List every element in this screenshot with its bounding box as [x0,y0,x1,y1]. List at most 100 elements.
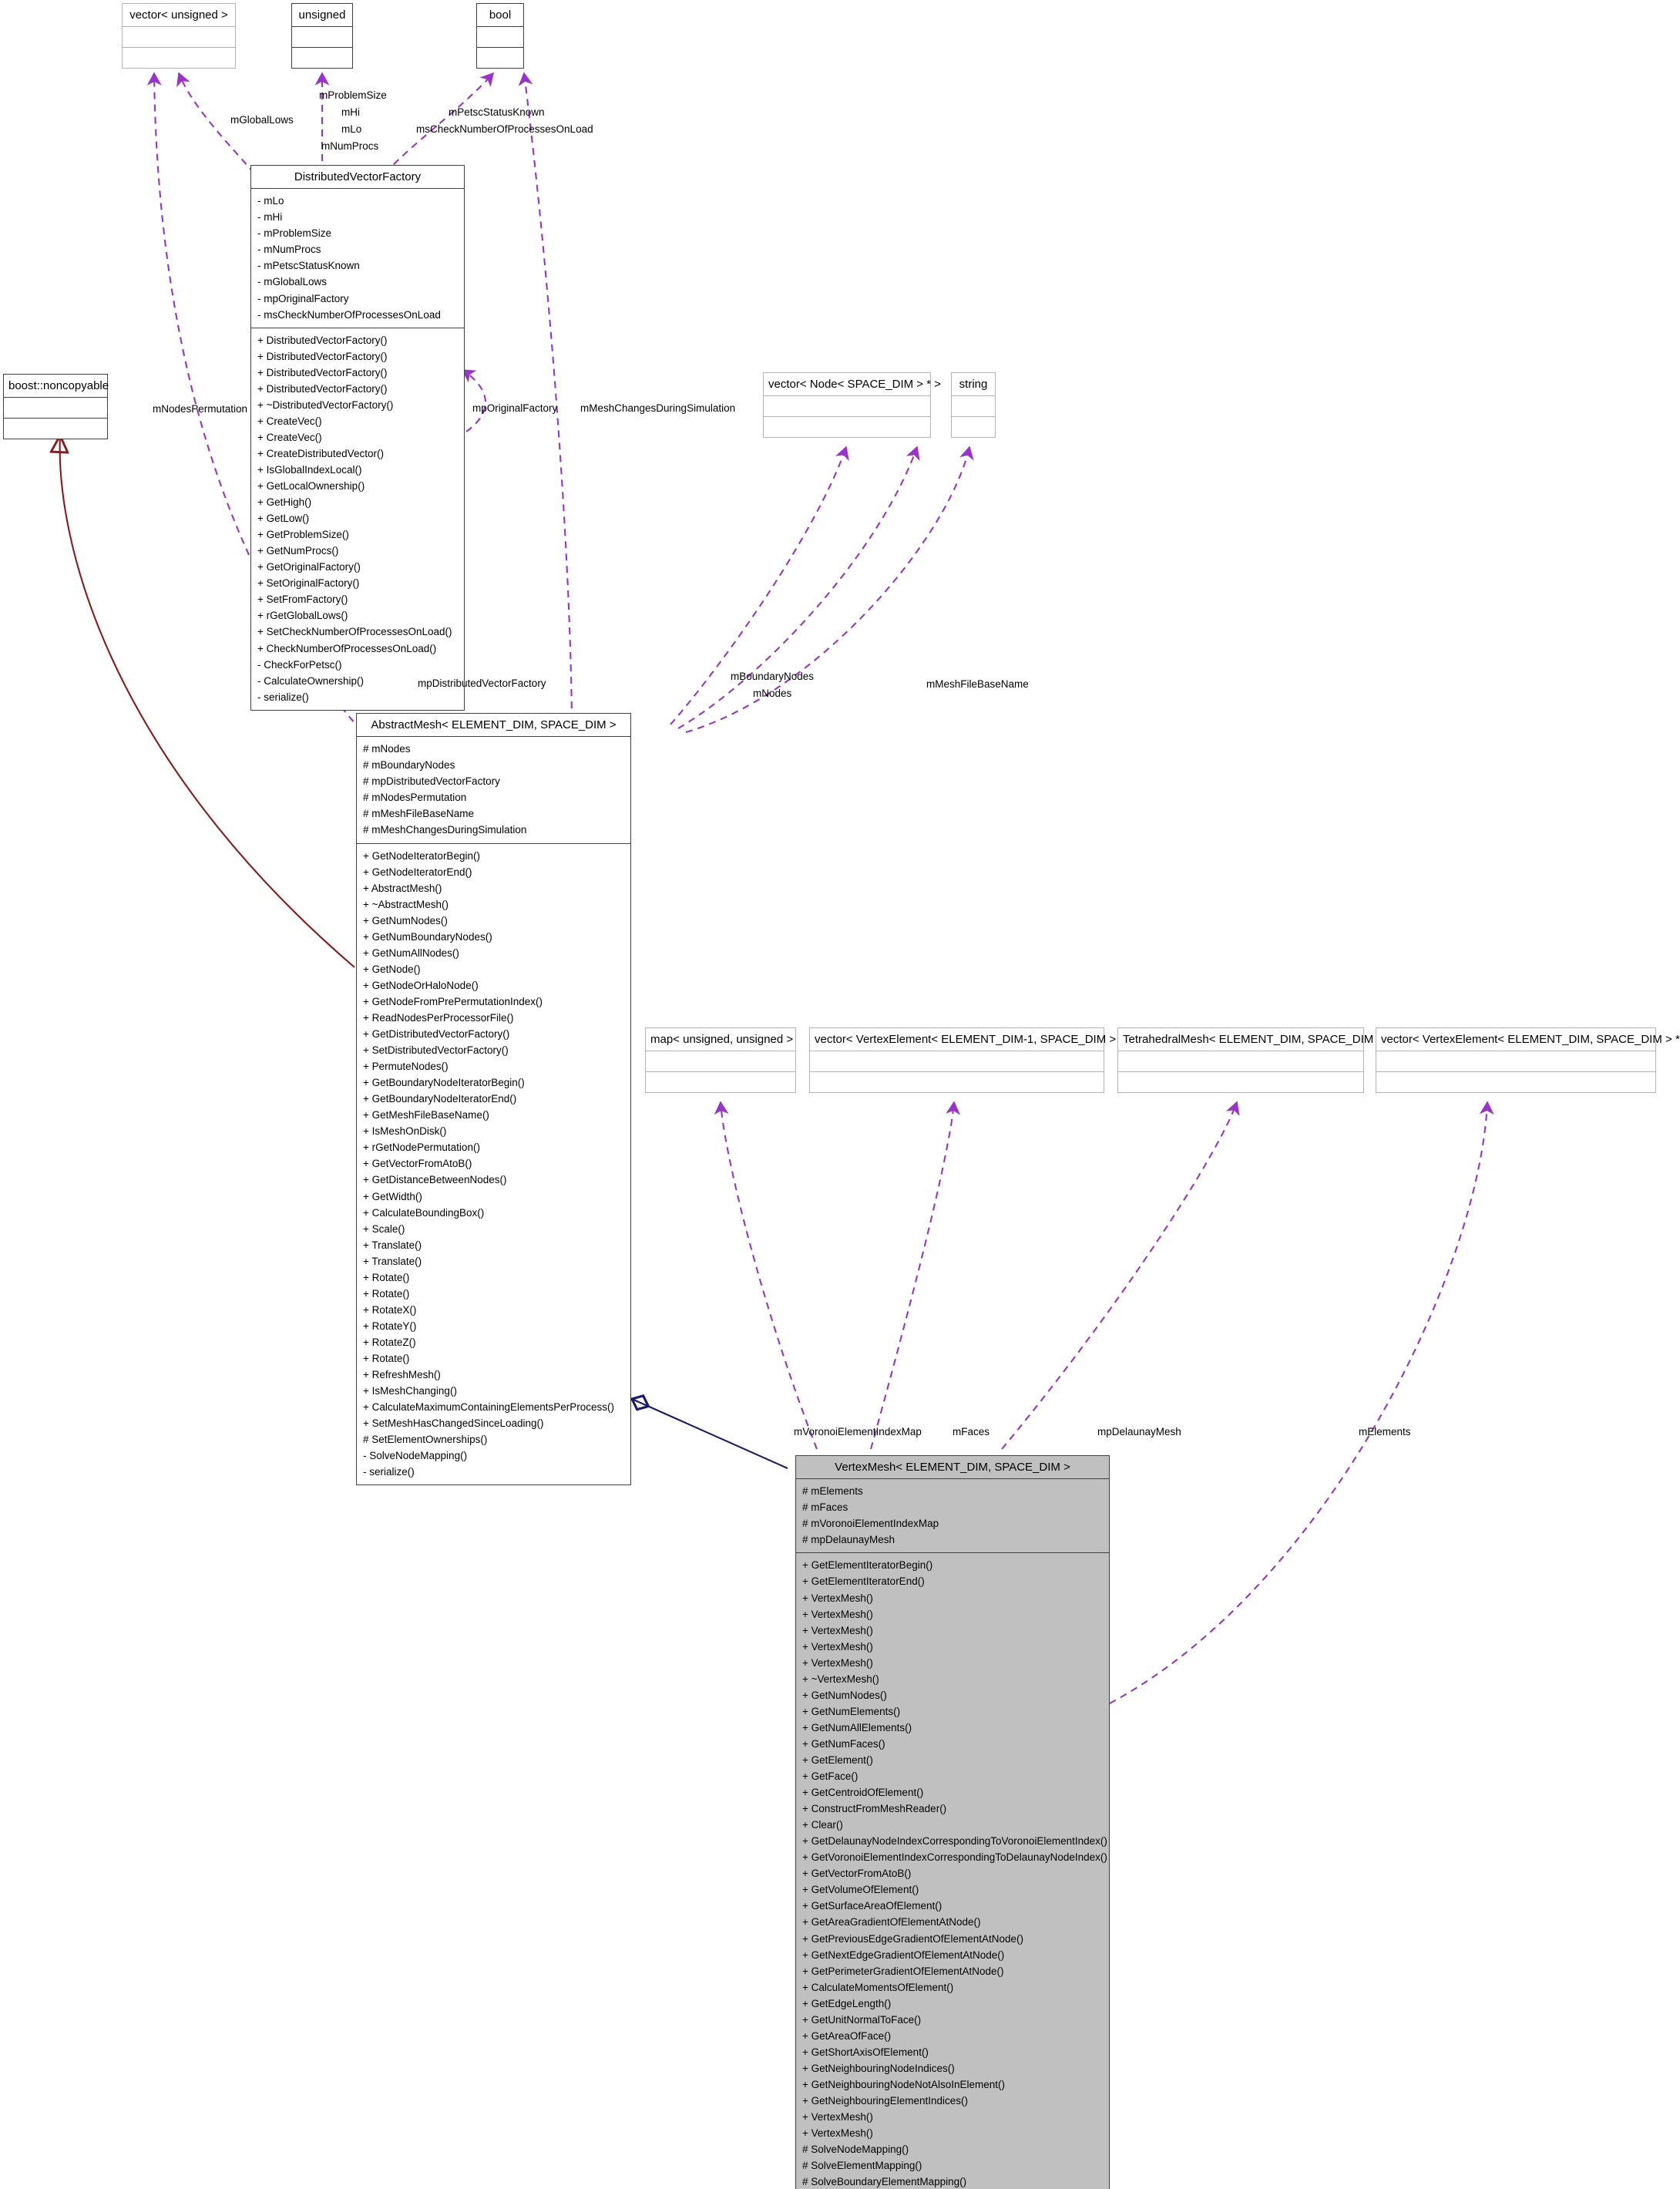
class-box-vector-vertexelement-dim-minus-1[interactable]: vector< VertexElement< ELEMENT_DIM-1, SP… [809,1027,1134,1094]
class-member: + GetBoundaryNodeIteratorBegin() [363,1077,525,1089]
class-title: map< unsigned, unsigned > [646,1028,795,1052]
edge-label-mvoronoielementindexmap: mVoronoiElementIndexMap [794,1426,922,1437]
class-member: + GetShortAxisOfElement() [802,2046,929,2058]
class-member: # mMeshFileBaseName [363,808,475,820]
class-title: boost::noncopyable [4,375,109,398]
class-member: + GetDistributedVectorFactory() [363,1028,510,1041]
class-member: + Translate() [363,1239,422,1251]
class-member: + Rotate() [363,1352,410,1364]
class-member: # mElements [802,1485,863,1498]
class-member: + Rotate() [363,1271,410,1283]
class-member: + RotateZ() [363,1336,416,1348]
class-member: + DistributedVectorFactory() [257,334,388,346]
class-member: + GetNodeIteratorEnd() [363,866,472,878]
class-box-vector-node-space-dim[interactable]: vector< Node< SPACE_DIM > * > [763,372,941,439]
class-member: + SetDistributedVectorFactory() [363,1044,509,1057]
class-title: vector< VertexElement< ELEMENT_DIM, SPAC… [1376,1028,1680,1052]
edge-label-mporiginalfactory: mpOriginalFactory [472,402,558,414]
class-box-unsigned[interactable]: unsigned [291,3,353,69]
class-title: unsigned [292,4,352,28]
class-member: + GetMeshFileBaseName() [363,1109,489,1121]
class-member: + GetUnitNormalToFace() [802,2013,922,2026]
class-box-map-unsigned-unsigned[interactable]: map< unsigned, unsigned > [645,1027,796,1094]
class-member: + CreateVec() [257,431,322,443]
class-member: + GetElement() [802,1754,873,1766]
edge-label-mpdelaunaymesh: mpDelaunayMesh [1097,1426,1181,1437]
class-member: + IsMeshOnDisk() [363,1125,447,1138]
class-title: vector< Node< SPACE_DIM > * > [764,373,941,397]
edge-label-mnodespermutation: mNodesPermutation [153,403,248,415]
uml-diagram-canvas: vector< unsigned > unsigned bool mGlobal… [0,0,1680,2189]
class-member: + GetVectorFromAtoB() [363,1158,472,1170]
class-member: # mMeshChangesDuringSimulation [363,824,527,836]
edge-label-mlo: mLo [341,123,362,135]
class-methods: + GetElementIteratorBegin() + GetElementI… [796,1553,1109,2189]
class-member: + GetLow() [257,513,310,525]
class-member: + GetBoundaryNodeIteratorEnd() [363,1093,517,1105]
edge-label-mgloballows: mGlobalLows [230,114,294,126]
class-box-abstract-mesh[interactable]: AbstractMesh< ELEMENT_DIM, SPACE_DIM > #… [356,713,631,1486]
class-box-boost-noncopyable[interactable]: boost::noncopyable [3,374,109,440]
class-member: - mPetscStatusKnown [257,260,360,272]
class-member: + VertexMesh() [802,2111,873,2123]
class-member: + DistributedVectorFactory() [257,382,388,395]
edge-label-mhi: mHi [341,106,360,118]
class-member: # mNodesPermutation [363,792,467,804]
class-member: + ReadNodesPerProcessorFile() [363,1012,514,1024]
class-member: - CheckForPetsc() [257,658,342,671]
class-attributes [764,396,930,418]
edge-label-mfaces: mFaces [953,1426,990,1437]
class-box-vertex-mesh[interactable]: VertexMesh< ELEMENT_DIM, SPACE_DIM > # m… [795,1455,1110,2189]
class-box-vector-unsigned[interactable]: vector< unsigned > [122,3,236,69]
class-member: + VertexMesh() [802,1640,873,1653]
class-member: + VertexMesh() [802,1592,873,1604]
class-box-vector-vertexelement[interactable]: vector< VertexElement< ELEMENT_DIM, SPAC… [1376,1027,1680,1094]
class-attributes [1376,1051,1655,1073]
class-member: # mpDelaunayMesh [802,1534,895,1546]
class-title: bool [477,4,523,28]
class-box-string[interactable]: string [951,372,996,439]
class-member: + GetVolumeOfElement() [802,1884,919,1896]
class-member: # mpDistributedVectorFactory [363,775,500,788]
class-member: + CreateVec() [257,415,322,427]
class-member: + VertexMesh() [802,1624,873,1636]
class-member: + ~AbstractMesh() [363,898,449,910]
class-box-tetrahedral-mesh-pointer[interactable]: TetrahedralMesh< ELEMENT_DIM, SPACE_DIM … [1117,1027,1391,1094]
class-title: string [952,373,995,397]
class-attributes: # mElements # mFaces # mVoronoiElementInde… [796,1479,1109,1554]
class-member: + GetVoronoiElementIndexCorrespondingToD… [802,1851,1107,1864]
class-member: # SetElementOwnerships() [363,1434,488,1446]
class-member: + GetNodeIteratorBegin() [363,849,480,862]
class-attributes [292,27,352,49]
class-member: + GetAreaOfFace() [802,2029,892,2042]
class-member: + VertexMesh() [802,1608,873,1620]
class-box-distributed-vector-factory[interactable]: DistributedVectorFactory - mLo - mHi - mPr… [250,165,465,711]
class-box-bool[interactable]: bool [476,3,524,69]
class-member: + IsGlobalIndexLocal() [257,464,362,476]
class-member: + CheckNumberOfProcessesOnLoad() [257,642,437,654]
class-title: DistributedVectorFactory [251,166,464,190]
class-member: + GetNumNodes() [802,1689,887,1701]
class-member: - mLo [257,195,284,207]
class-member: - mProblemSize [257,227,332,240]
class-member: - msCheckNumberOfProcessesOnLoad [257,308,441,321]
edge-label-mproblemsize: mProblemSize [319,89,387,101]
class-member: + RefreshMesh() [363,1369,441,1381]
class-member: # SolveElementMapping() [802,2160,922,2172]
class-member: + GetCentroidOfElement() [802,1787,924,1799]
class-methods [952,417,995,437]
class-methods [764,417,930,437]
class-attributes [1118,1051,1363,1073]
edge-label-melements: mElements [1359,1426,1411,1437]
class-member: + RotateX() [363,1303,417,1316]
class-member: # mNodes [363,743,411,755]
class-member: + SetFromFactory() [257,593,348,606]
class-member: + GetNode() [363,963,421,975]
edge-label-mmeshchangesduringsimulation: mMeshChangesDuringSimulation [580,402,736,414]
class-methods [123,48,235,68]
class-member: # mFaces [802,1501,848,1514]
class-member: + GetNodeFromPrePermutationIndex() [363,995,543,1007]
class-member: + DistributedVectorFactory() [257,350,388,362]
class-member: + GetNumBoundaryNodes() [363,930,492,943]
edge-label-mnodes: mNodes [753,688,792,699]
